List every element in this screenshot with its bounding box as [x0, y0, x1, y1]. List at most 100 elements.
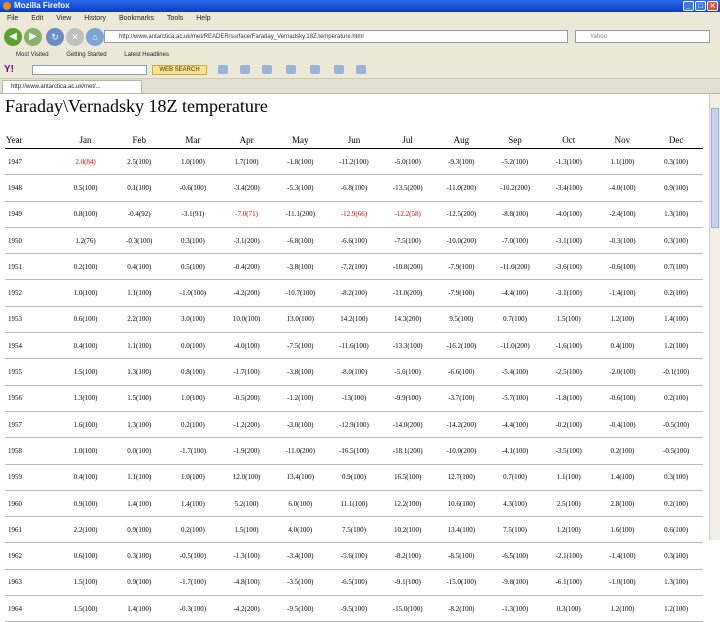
forward-icon[interactable]: ▶ [24, 28, 42, 46]
temperature-cell: 0.4(100) [595, 332, 650, 360]
maximize-icon[interactable]: □ [695, 1, 706, 11]
home-icon[interactable]: ⌂ [86, 28, 104, 46]
temperature-cell: -1.3(100) [488, 595, 542, 622]
web-search-button[interactable]: WEB SEARCH [152, 65, 207, 75]
temperature-cell: -15.0(100) [434, 569, 489, 597]
temperature-cell: -11.0(200) [488, 253, 542, 281]
temperature-cell: -6.8(100) [327, 174, 381, 202]
temperature-cell: -8.2(100) [434, 595, 489, 622]
toolbar-tool-icon[interactable] [310, 65, 320, 74]
temperature-cell: -1.7(100) [219, 358, 274, 386]
temperature-cell: -7.2(100) [327, 253, 381, 281]
temperature-cell: 2.0(84) [58, 148, 113, 176]
temperature-cell: -10.7(100) [273, 279, 328, 307]
temperature-cell: -0.3(100) [595, 227, 650, 255]
temperature-cell: -9.5(100) [273, 595, 328, 622]
menu-bookmarks[interactable]: Bookmarks [119, 15, 154, 22]
temperature-cell: -11.0(200) [273, 437, 328, 465]
toolbar-tool-icon[interactable] [286, 65, 296, 74]
column-header: Oct [541, 132, 596, 149]
temperature-cell: -1.2(200) [219, 411, 274, 439]
temperature-cell: 2.2(100) [58, 516, 113, 544]
menu-file[interactable]: File [7, 15, 18, 22]
temperature-cell: 0.5(100) [58, 174, 113, 202]
temperature-cell: -5.4(100) [488, 358, 542, 386]
temperature-cell: 10.0(100) [219, 306, 274, 334]
menu-view[interactable]: View [56, 15, 71, 22]
temperature-cell: 1.4(100) [595, 464, 650, 491]
temperature-cell: -3.1(100) [541, 227, 596, 255]
temperature-cell: -9.3(100) [434, 148, 489, 176]
mail-icon[interactable] [262, 65, 272, 74]
bookmark-most-visited[interactable]: Most Visited [16, 52, 49, 58]
temperature-cell: 1.5(100) [112, 385, 167, 412]
window-title: Mozilla Firefox [14, 1, 70, 10]
temperature-cell: -6.5(100) [327, 569, 381, 597]
yahoo-search-input[interactable] [32, 65, 147, 75]
table-header-row: Year Jan Feb Mar Apr May Jun Jul Aug Sep Oct Nov Dec [5, 132, 703, 149]
year-cell: 1949 [5, 201, 59, 228]
temperature-cell: -3.6(100) [541, 253, 596, 281]
year-cell: 1954 [5, 332, 59, 360]
temperature-cell: 0.3(100) [649, 227, 703, 255]
menu-help[interactable]: Help [196, 15, 210, 22]
temperature-cell: -6.6(100) [327, 227, 381, 255]
temperature-cell: 9.5(100) [434, 306, 489, 334]
temperature-cell: -6.5(100) [488, 542, 542, 570]
temperature-cell: 0.7(100) [649, 253, 703, 281]
temperature-cell: 1.5(100) [58, 358, 113, 386]
temperature-table: Year Jan Feb Mar Apr May Jun Jul Aug Sep Oct Nov Dec… [5, 132, 703, 622]
bookmark-getting-started[interactable]: Getting Started [66, 52, 106, 58]
table-row: 1949 0.8(100) -0.4(92) -3.1(91) -7.0(71) -11.… [5, 201, 703, 228]
temperature-cell: 1.3(100) [112, 411, 167, 439]
toolbar-tool-icon[interactable] [240, 65, 250, 74]
yahoo-logo[interactable]: Y! [4, 64, 14, 75]
vertical-scrollbar[interactable] [709, 94, 720, 540]
temperature-cell: -13.5(200) [380, 174, 435, 202]
temperature-cell: 0.5(100) [166, 253, 220, 281]
table-row: 1956 1.3(100) 1.5(100) 1.0(100) -0.5(200) -1.… [5, 385, 703, 412]
search-input[interactable]: Yahoo [575, 30, 710, 43]
page-title: Faraday\Vernadsky 18Z temperature [5, 96, 268, 116]
temperature-cell: 1.1(100) [112, 279, 167, 307]
temperature-cell: -3.8(100) [273, 253, 328, 281]
toolbar-tool-icon[interactable] [334, 65, 344, 74]
temperature-cell: -16.5(100) [327, 437, 381, 465]
temperature-cell: -8.5(100) [434, 542, 489, 570]
scrollbar-thumb[interactable] [711, 108, 719, 228]
temperature-cell: 2.8(100) [595, 490, 650, 518]
toolbar-tool-icon[interactable] [218, 65, 228, 74]
close-icon[interactable]: ✕ [707, 1, 718, 11]
temperature-cell: 1.5(100) [541, 306, 596, 334]
temperature-cell: -0.5(100) [649, 411, 703, 439]
temperature-cell: -11.6(100) [327, 332, 381, 360]
back-icon[interactable]: ◀ [4, 28, 22, 46]
temperature-cell: -0.2(100) [541, 411, 596, 439]
temperature-cell: -3.0(100) [273, 411, 328, 439]
temperature-cell: -7.9(100) [434, 279, 489, 307]
temperature-cell: 13.4(100) [273, 464, 328, 491]
table-row: 1958 1.0(100) 0.0(100) -1.7(100) -1.9(200) -1… [5, 437, 703, 465]
reload-icon[interactable]: ↻ [46, 28, 64, 46]
temperature-cell: 2.5(100) [541, 490, 596, 518]
temperature-cell: 1.3(100) [649, 201, 703, 228]
url-input[interactable]: http://www.antarctica.ac.uk/met/READER/s… [104, 30, 568, 43]
temperature-cell: 12.0(100) [219, 464, 274, 491]
temperature-cell: -2.1(100) [541, 542, 596, 570]
bookmark-latest-headlines[interactable]: Latest Headlines [124, 52, 169, 58]
menu-tools[interactable]: Tools [167, 15, 183, 22]
toolbar-tool-icon[interactable] [356, 65, 366, 74]
column-header: Feb [112, 132, 167, 149]
minimize-icon[interactable]: _ [683, 1, 694, 11]
tab-active[interactable]: http://www.antarctica.ac.uk/met/... [2, 80, 142, 93]
temperature-cell: -4.2(200) [219, 595, 274, 622]
temperature-cell: 1.4(100) [649, 306, 703, 334]
temperature-cell: -0.6(100) [595, 253, 650, 281]
menu-history[interactable]: History [84, 15, 106, 22]
temperature-cell: 0.2(100) [58, 253, 113, 281]
temperature-cell: -6.8(100) [273, 227, 328, 255]
menu-edit[interactable]: Edit [31, 15, 43, 22]
temperature-cell: -7.0(71) [219, 201, 274, 228]
temperature-cell: 0.3(100) [112, 542, 167, 570]
stop-icon[interactable]: ✕ [66, 28, 84, 46]
